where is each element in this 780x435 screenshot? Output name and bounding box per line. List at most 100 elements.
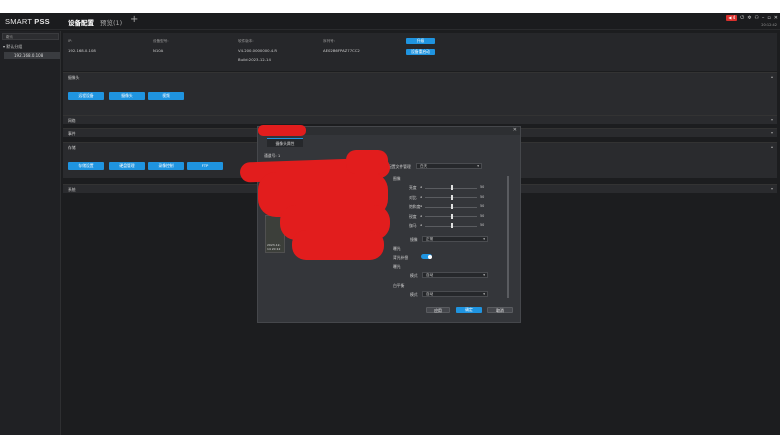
reboot-button[interactable]: 设备重启动: [406, 49, 435, 55]
logo-bold-text: PSS: [34, 17, 50, 26]
dialog-scrollbar[interactable]: [507, 176, 509, 298]
channel-label-text: 通道号:: [264, 153, 277, 158]
device-info-panel: IP: 192.168.0.108 设备型号: N10A 软件版本: V4.20…: [63, 33, 777, 71]
tab-camera-properties[interactable]: 摄像头属性: [267, 138, 303, 147]
slider-handle[interactable]: [451, 204, 453, 209]
mirror-select-value: 正常: [426, 237, 434, 241]
mode-select-value: 自动: [426, 273, 434, 277]
slider-label: 对比: [409, 194, 417, 200]
video-button[interactable]: 视频: [148, 92, 184, 100]
serial-value: AE02B6FPAZ77CC2: [323, 48, 360, 53]
mode-select[interactable]: 自动 ▾: [422, 272, 488, 278]
config-select-value: 白天: [420, 164, 428, 168]
slider-label: 伽马: [409, 223, 417, 228]
slider-value: 50: [480, 185, 485, 189]
alarm-count: 4: [732, 15, 736, 20]
upgrade-button[interactable]: 升级: [406, 38, 435, 44]
collapse-icon[interactable]: ▴: [771, 144, 773, 149]
config-select[interactable]: 白天 ▾: [416, 163, 482, 169]
ok-button[interactable]: 确定: [456, 307, 482, 313]
device-group-label: ▾ 默认分组: [3, 44, 23, 49]
redaction-title: [258, 125, 306, 136]
mode-label: 模式: [410, 273, 418, 278]
camera-button[interactable]: 摄像头: [109, 92, 145, 100]
device-group[interactable]: ▾ 默认分组: [3, 44, 22, 50]
search-input[interactable]: 搜索 ⌕: [2, 33, 59, 40]
alarm-badge[interactable]: ◀ 4: [726, 15, 738, 21]
slider-handle[interactable]: [451, 185, 453, 190]
serial-label: 序列号:: [323, 39, 335, 43]
app-logo: SMART PSS: [5, 17, 50, 26]
slider-value: 50: [480, 213, 485, 218]
user-icon[interactable]: ⚇: [754, 15, 758, 21]
mode2-select-value: 自动: [426, 292, 434, 296]
backlight-toggle[interactable]: [421, 254, 432, 259]
expand-icon[interactable]: ▾: [771, 186, 773, 191]
record-control-button[interactable]: 录像控制: [148, 162, 184, 170]
slider-value: 50: [480, 223, 485, 227]
search-icon[interactable]: ⌕: [6, 34, 57, 40]
system-panel-title: 系统: [68, 187, 76, 192]
chevron-down-icon: ▾: [483, 292, 485, 296]
ftp-button[interactable]: FTP: [187, 162, 223, 170]
dn-section-title: 白平衡: [393, 283, 405, 288]
close-icon[interactable]: ✕: [774, 15, 778, 21]
slider-decrease-icon[interactable]: ◂: [420, 223, 422, 227]
firmware-value: V4.200.0000000.4.R: [238, 48, 278, 53]
chevron-down-icon: ▾: [483, 237, 485, 241]
expand-icon[interactable]: ▾: [771, 117, 773, 122]
minimize-icon[interactable]: –: [762, 15, 765, 21]
mode2-label: 模式: [410, 292, 418, 297]
expand-icon[interactable]: ▾: [771, 130, 773, 135]
wb-section-title: 曝光: [393, 264, 401, 269]
model-value: N10A: [153, 48, 164, 53]
slider-decrease-icon[interactable]: ◂: [420, 204, 422, 208]
tab-preview[interactable]: 预览(1): [100, 17, 122, 27]
chevron-down-icon: ▾: [483, 273, 485, 277]
remote-device-button[interactable]: 远程设备: [68, 92, 104, 100]
tab-device-config[interactable]: 设备配置: [68, 17, 94, 27]
firmware-build: Build:2023-12-14: [238, 57, 271, 62]
slider-decrease-icon[interactable]: ◂: [420, 195, 422, 199]
slider-handle[interactable]: [451, 213, 453, 219]
network-panel-title: 网络: [68, 118, 76, 123]
image-section-title: 图像: [393, 176, 401, 181]
mode2-select[interactable]: 自动 ▾: [422, 291, 488, 297]
channel-label: 通道号: 1: [264, 153, 280, 159]
config-label: 配置文件管理: [388, 164, 411, 169]
clock: 20:12:42: [761, 23, 777, 27]
close-icon[interactable]: ✕: [513, 127, 517, 133]
window-controls: ◀ 4 ⏻ ✲ ⚇ – ▫ ✕: [726, 15, 778, 21]
storage-settings-button[interactable]: 存储设置: [68, 162, 104, 170]
slider-label: 亮度: [409, 185, 417, 190]
slider-value: 50: [480, 204, 485, 208]
slider-decrease-icon[interactable]: ◂: [420, 214, 422, 218]
slider-handle[interactable]: [451, 194, 453, 200]
add-tab-button[interactable]: +: [130, 14, 138, 26]
network-panel[interactable]: 网络 ▾: [63, 115, 777, 124]
firmware-label: 软件版本:: [238, 39, 254, 43]
mirror-select[interactable]: 正常 ▾: [422, 236, 488, 242]
preview-timestamp: 2023-12-14 20:12: [267, 243, 281, 251]
disk-manage-button[interactable]: 硬盘管理: [109, 162, 145, 170]
cancel-button[interactable]: 取消: [487, 307, 513, 313]
storage-panel-title: 存储: [68, 145, 76, 150]
camera-panel-title: 摄像头: [68, 75, 80, 80]
slider-handle[interactable]: [451, 223, 453, 228]
apply-button[interactable]: 应用: [426, 307, 450, 313]
browser-top-strip: [0, 0, 780, 13]
ip-value: 192.168.0.108: [68, 48, 96, 53]
mirror-label: 镜像: [410, 237, 418, 242]
exposure-section-title: 曝光: [393, 246, 401, 251]
lock-icon[interactable]: ⏻: [740, 15, 744, 21]
slider-decrease-icon[interactable]: ◂: [420, 185, 422, 189]
logo-text: SMART: [5, 17, 35, 26]
slider-label: 饱和度: [409, 204, 421, 209]
gear-icon[interactable]: ✲: [747, 15, 751, 21]
collapse-icon[interactable]: ▴: [771, 74, 773, 79]
ip-label: IP:: [68, 39, 73, 43]
sidebar: 搜索 ⌕ ▾ 默认分组 192.168.0.108: [0, 31, 61, 435]
chevron-down-icon: ▾: [477, 164, 479, 168]
maximize-icon[interactable]: ▫: [767, 15, 770, 21]
device-list-item[interactable]: 192.168.0.108: [4, 52, 60, 59]
